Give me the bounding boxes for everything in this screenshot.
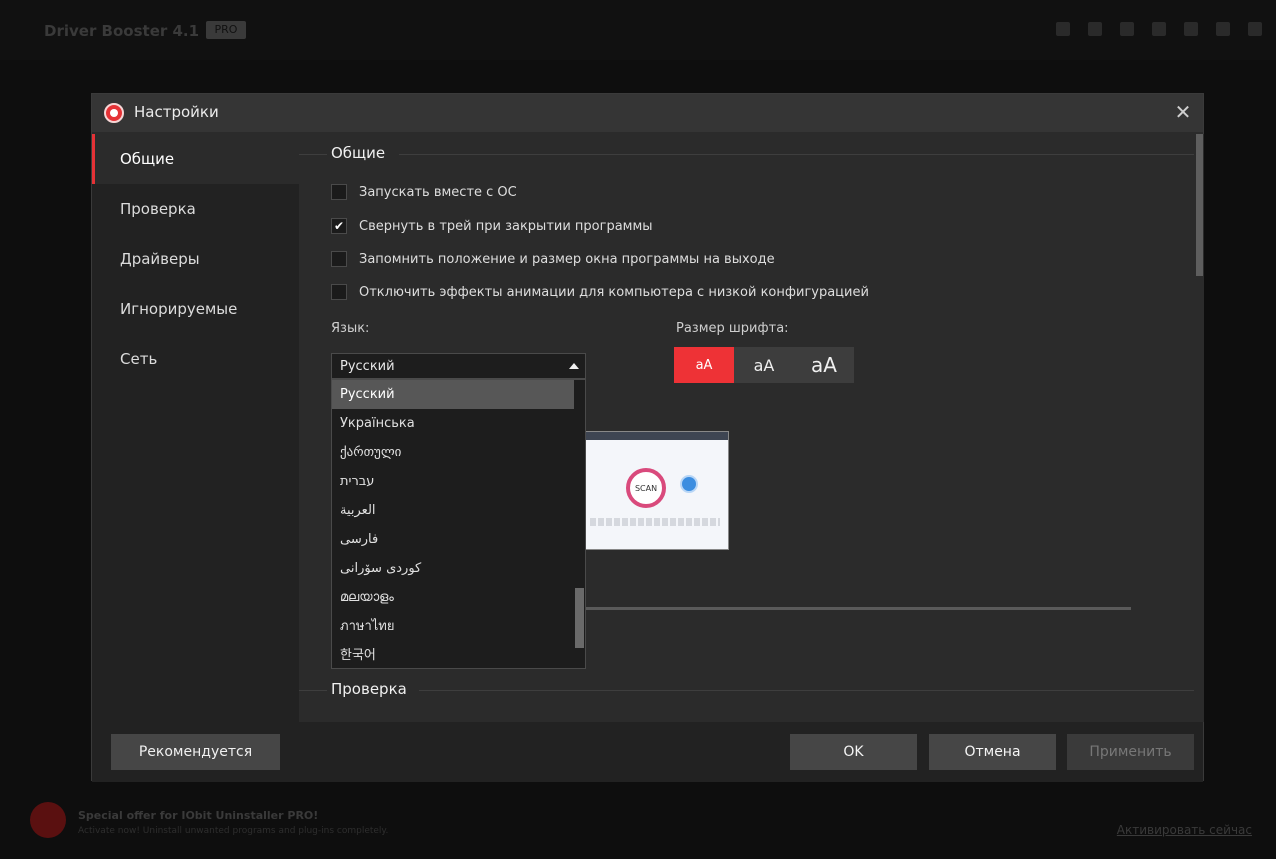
section-title-scan: Проверка [331,680,415,698]
checkbox-row-minimize-tray[interactable]: ✔ Свернуть в трей при закрытии программы [331,218,653,234]
background-app-title: Driver Booster 4.1 [44,22,200,40]
section-header-scan: Проверка [299,680,1194,700]
preview-check-icon [680,475,698,493]
checkbox-label: Свернуть в трей при закрытии программы [359,218,653,234]
cancel-button[interactable]: Отмена [929,734,1056,770]
checkbox-minimize-tray[interactable]: ✔ [331,218,347,234]
font-size-small-button[interactable]: aA [674,347,734,383]
settings-dialog: Настройки ✕ Общие Проверка Драйверы Игно… [91,93,1204,782]
uninstaller-icon [30,802,66,838]
font-size-large-button[interactable]: aA [794,347,854,383]
language-option[interactable]: ภาษาไทย [332,612,574,641]
offer-title: Special offer for IObit Uninstaller PRO! [78,809,319,822]
sidebar-item-general[interactable]: Общие [92,134,299,184]
language-option[interactable]: മലയാളം [332,583,574,612]
language-dropdown-list: Русский Українська ქართული עברית العربية… [331,379,586,669]
checkbox-label: Запомнить положение и размер окна програ… [359,251,775,267]
sidebar-item-ignored[interactable]: Игнорируемые [92,284,299,334]
preview-titlebar [580,432,728,440]
checkbox-label: Запускать вместе с ОС [359,184,517,200]
language-option[interactable]: 한국어 [332,641,574,670]
minimize-icon [1184,22,1198,36]
checkbox-disable-animation[interactable] [331,284,347,300]
background-titlebar: Driver Booster 4.1 PRO [0,0,1276,60]
recommended-button[interactable]: Рекомендуется [111,734,280,770]
language-option[interactable]: Українська [332,409,574,438]
language-option[interactable]: العربية [332,496,574,525]
checkbox-row-autostart[interactable]: Запускать вместе с ОС [331,184,517,200]
settings-sidebar: Общие Проверка Драйверы Игнорируемые Сет… [92,134,299,722]
opacity-slider-track[interactable] [586,607,1131,610]
font-size-group: aA aA aA [674,347,854,383]
language-option[interactable]: ქართული [332,438,574,467]
close-icon [1248,22,1262,36]
font-size-label: Размер шрифта: [676,321,789,336]
dialog-header: Настройки ✕ [92,94,1203,132]
font-size-medium-button[interactable]: aA [734,347,794,383]
checkbox-row-disable-animation[interactable]: Отключить эффекты анимации для компьютер… [331,284,869,300]
dropdown-scrollbar-thumb[interactable] [575,588,584,648]
language-option[interactable]: کوردی سۆرانی [332,554,574,583]
offer-subtitle: Activate now! Uninstall unwanted program… [78,826,389,836]
offer-link: Активировать сейчас [1116,823,1252,837]
chevron-up-icon [569,363,579,369]
checkbox-remember-window[interactable] [331,251,347,267]
ok-button[interactable]: OK [790,734,917,770]
language-select[interactable]: Русский [331,353,586,379]
dropdown-scrollbar[interactable] [574,380,585,668]
background-pro-badge: PRO [206,21,246,39]
section-title-general: Общие [331,144,394,162]
language-option[interactable]: עברית [332,467,574,496]
app-logo-icon [104,103,124,123]
checkbox-label: Отключить эффекты анимации для компьютер… [359,284,869,300]
dialog-footer: Рекомендуется OK Отмена Применить [92,722,1203,782]
skin-preview-thumbnail[interactable]: SCAN [579,431,729,550]
background-window-controls [1056,22,1262,36]
checkbox-row-remember-window[interactable]: Запомнить положение и размер окна програ… [331,251,775,267]
apply-button[interactable]: Применить [1067,734,1194,770]
language-label: Язык: [331,321,370,336]
menu-icon [1152,22,1166,36]
content-scrollbar[interactable] [1194,134,1204,722]
preview-scan-button: SCAN [626,468,666,508]
shirt-icon [1120,22,1134,36]
maximize-icon [1216,22,1230,36]
dialog-title: Настройки [134,103,219,121]
gift-icon [1088,22,1102,36]
share-icon [1056,22,1070,36]
settings-content: Общие Запускать вместе с ОС ✔ Свернуть в… [299,134,1194,722]
checkbox-autostart[interactable] [331,184,347,200]
close-icon[interactable]: ✕ [1173,102,1193,122]
sidebar-item-network[interactable]: Сеть [92,334,299,384]
section-header-general: Общие [299,144,1194,164]
sidebar-item-drivers[interactable]: Драйверы [92,234,299,284]
language-selected-value: Русский [340,358,395,374]
sidebar-item-scan[interactable]: Проверка [92,184,299,234]
language-option[interactable]: فارسی [332,525,574,554]
content-scrollbar-thumb[interactable] [1196,134,1203,276]
preview-text-lines [590,518,720,526]
language-option[interactable]: Русский [332,380,574,409]
